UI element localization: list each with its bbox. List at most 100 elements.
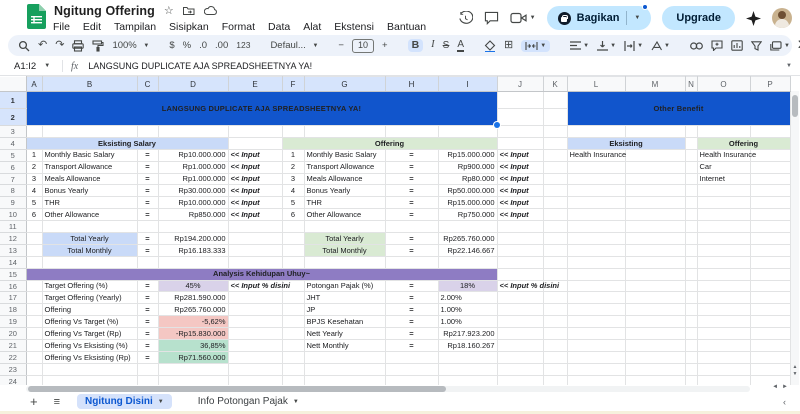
cell-I19[interactable]: 1.00% bbox=[438, 316, 497, 328]
cell-B9[interactable]: THR bbox=[42, 197, 137, 209]
cell-G5[interactable]: Monthly Basic Salary bbox=[304, 149, 385, 161]
row-header-7[interactable]: 7 bbox=[0, 173, 26, 185]
upgrade-button[interactable]: Upgrade bbox=[662, 6, 735, 30]
cell-M17[interactable] bbox=[625, 292, 685, 304]
sheet-tab-ngitung-disini[interactable]: Ngitung Disini▼ bbox=[77, 394, 172, 409]
spreadsheet-grid[interactable]: ABCDEFGHIJKLMNOP1LANGSUNG DUPLICATE AJA … bbox=[0, 76, 791, 385]
sheets-logo-icon[interactable] bbox=[27, 4, 46, 34]
cell-I22[interactable] bbox=[438, 351, 497, 363]
cell-B12[interactable]: Total Yearly bbox=[42, 233, 137, 245]
name-box-dropdown-icon[interactable]: ▼ bbox=[44, 63, 50, 69]
cell-H17[interactable]: = bbox=[385, 292, 438, 304]
cell-E18[interactable] bbox=[228, 304, 282, 316]
cell-M22[interactable] bbox=[625, 351, 685, 363]
cell-G13[interactable]: Total Monthly bbox=[304, 244, 385, 256]
cell-N13[interactable] bbox=[685, 244, 697, 256]
cell-O14[interactable] bbox=[697, 256, 750, 268]
cell-H16[interactable]: = bbox=[385, 280, 438, 292]
print-icon[interactable] bbox=[72, 40, 84, 52]
cell-L6[interactable] bbox=[567, 161, 625, 173]
cell-N24[interactable] bbox=[685, 375, 697, 385]
column-header-E[interactable]: E bbox=[228, 77, 282, 92]
cell-A3[interactable] bbox=[26, 126, 42, 138]
menu-ekstensi[interactable]: Ekstensi bbox=[334, 21, 374, 33]
row-header-6[interactable]: 6 bbox=[0, 161, 26, 173]
cell-I7[interactable]: Rp80.000 bbox=[438, 173, 497, 185]
cell-E7[interactable]: << Input bbox=[228, 173, 282, 185]
cell-G18[interactable]: JP bbox=[304, 304, 385, 316]
menu-bantuan[interactable]: Bantuan bbox=[387, 21, 426, 33]
cell-N20[interactable] bbox=[685, 328, 697, 340]
cell-F18[interactable] bbox=[282, 304, 304, 316]
cell-G23[interactable] bbox=[304, 363, 385, 375]
font-select[interactable]: Defaul... ▼ bbox=[270, 41, 318, 51]
name-box[interactable]: A1:I2 ▼ bbox=[0, 61, 62, 72]
cell-O15[interactable] bbox=[697, 268, 750, 280]
cell-G10[interactable]: Other Allowance bbox=[304, 209, 385, 221]
cell-K13[interactable] bbox=[543, 244, 567, 256]
cell-E17[interactable] bbox=[228, 292, 282, 304]
cell-E13[interactable] bbox=[228, 244, 282, 256]
column-header-L[interactable]: L bbox=[567, 77, 625, 92]
cell-G9[interactable]: THR bbox=[304, 197, 385, 209]
cell-H19[interactable]: = bbox=[385, 316, 438, 328]
more-formats-button[interactable]: 123 bbox=[236, 41, 250, 50]
cell-A13[interactable] bbox=[26, 244, 42, 256]
cell-N15[interactable] bbox=[685, 268, 697, 280]
cell-C19[interactable]: = bbox=[137, 316, 158, 328]
cell-N23[interactable] bbox=[685, 363, 697, 375]
cell-H20[interactable]: = bbox=[385, 328, 438, 340]
cell-P10[interactable] bbox=[750, 209, 790, 221]
comments-icon[interactable] bbox=[484, 11, 499, 25]
cell-C16[interactable]: = bbox=[137, 280, 158, 292]
cell-N17[interactable] bbox=[685, 292, 697, 304]
cell-D8[interactable]: Rp30.000.000 bbox=[158, 185, 228, 197]
row-header-19[interactable]: 19 bbox=[0, 316, 26, 328]
cell-N11[interactable] bbox=[685, 221, 697, 233]
cell-E23[interactable] bbox=[228, 363, 282, 375]
cell-I23[interactable] bbox=[438, 363, 497, 375]
vertical-scrollbar[interactable] bbox=[791, 91, 799, 385]
cell-M7[interactable] bbox=[625, 173, 685, 185]
row-header-5[interactable]: 5 bbox=[0, 149, 26, 161]
cell-N21[interactable] bbox=[685, 340, 697, 352]
cell-J14[interactable] bbox=[497, 256, 543, 268]
row-header-17[interactable]: 17 bbox=[0, 292, 26, 304]
cell-I18[interactable]: 1.00% bbox=[438, 304, 497, 316]
cell-A19[interactable] bbox=[26, 316, 42, 328]
cell-F9[interactable]: 5 bbox=[282, 197, 304, 209]
cell-H23[interactable] bbox=[385, 363, 438, 375]
cell-L18[interactable] bbox=[567, 304, 625, 316]
cell-E21[interactable] bbox=[228, 340, 282, 352]
cell-P8[interactable] bbox=[750, 185, 790, 197]
cell-M23[interactable] bbox=[625, 363, 685, 375]
cell-K14[interactable] bbox=[543, 256, 567, 268]
cell-H5[interactable]: = bbox=[385, 149, 438, 161]
move-folder-icon[interactable] bbox=[183, 6, 195, 16]
cell-I6[interactable]: Rp900.000 bbox=[438, 161, 497, 173]
cell-K3[interactable] bbox=[543, 126, 567, 138]
cell-I13[interactable]: Rp22.146.667 bbox=[438, 244, 497, 256]
cell-D13[interactable]: Rp16.183.333 bbox=[158, 244, 228, 256]
cell-G8[interactable]: Bonus Yearly bbox=[304, 185, 385, 197]
cell-E16[interactable]: << Input % disini bbox=[228, 280, 282, 292]
cell-K12[interactable] bbox=[543, 233, 567, 245]
cell-J12[interactable] bbox=[497, 233, 543, 245]
cell-B17[interactable]: Target Offering (Yearly) bbox=[42, 292, 137, 304]
cell-H6[interactable]: = bbox=[385, 161, 438, 173]
cell-E9[interactable]: << Input bbox=[228, 197, 282, 209]
cell-K1[interactable] bbox=[543, 92, 567, 109]
row-header-23[interactable]: 23 bbox=[0, 363, 26, 375]
cell-J24[interactable] bbox=[497, 375, 543, 385]
cell-B11[interactable] bbox=[42, 221, 137, 233]
horizontal-align-button[interactable]: ▼ bbox=[570, 41, 589, 50]
cell-E19[interactable] bbox=[228, 316, 282, 328]
row-header-14[interactable]: 14 bbox=[0, 256, 26, 268]
cell-O19[interactable] bbox=[697, 316, 750, 328]
cell-D11[interactable] bbox=[158, 221, 228, 233]
cell-J3[interactable] bbox=[497, 126, 543, 138]
cell-M21[interactable] bbox=[625, 340, 685, 352]
cell-M20[interactable] bbox=[625, 328, 685, 340]
cell-B20[interactable]: Offering Vs Target (Rp) bbox=[42, 328, 137, 340]
column-header-G[interactable]: G bbox=[304, 77, 385, 92]
